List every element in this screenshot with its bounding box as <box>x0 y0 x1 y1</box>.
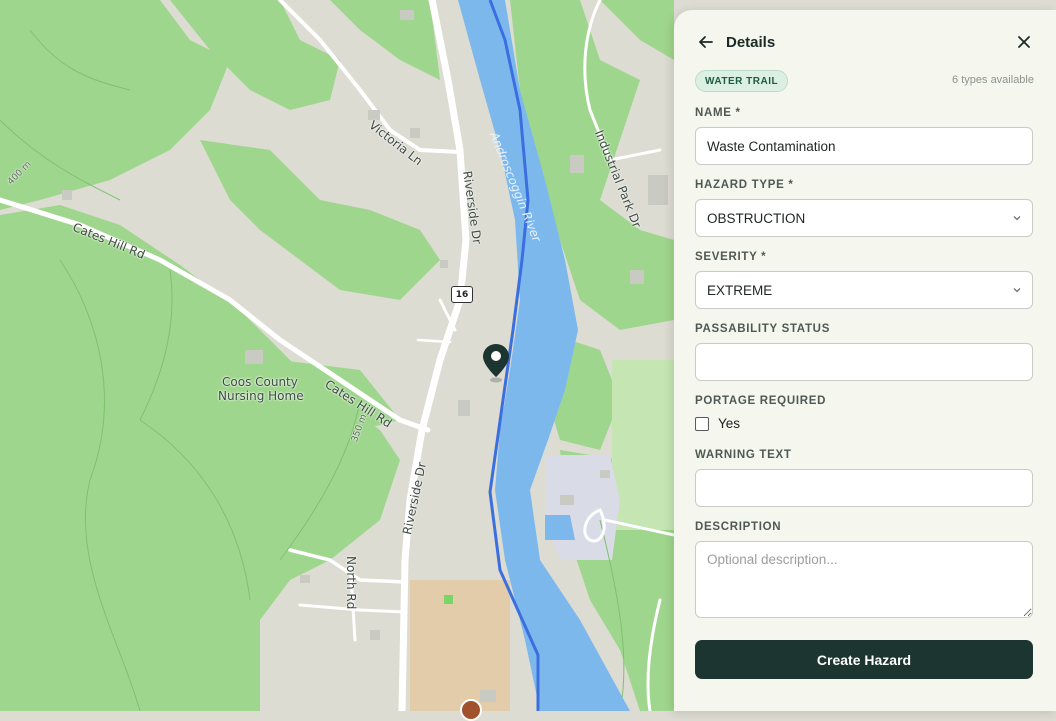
portage-option-label[interactable]: Yes <box>718 416 740 431</box>
name-label: NAME * <box>695 107 741 119</box>
severity-value: EXTREME <box>707 282 773 298</box>
chevron-down-icon <box>1013 216 1021 221</box>
panel-header: Details <box>696 32 1034 52</box>
map-label-coos-county-line2: Nursing Home <box>218 389 304 403</box>
back-button[interactable] <box>696 32 716 52</box>
warning-text-label: WARNING TEXT <box>695 449 792 461</box>
portage-checkbox[interactable] <box>695 416 709 431</box>
map-label-coos-county-line1: Coos County <box>222 375 298 389</box>
passability-input[interactable] <box>695 343 1033 381</box>
hazard-details-panel: Details WATER TRAIL 6 types available NA… <box>674 10 1056 711</box>
arrow-left-icon <box>699 36 713 48</box>
description-label: DESCRIPTION <box>695 521 782 533</box>
hazard-type-label: HAZARD TYPE * <box>695 179 794 191</box>
hazard-type-select[interactable]: OBSTRUCTION <box>695 199 1033 237</box>
category-badge: WATER TRAIL <box>695 70 789 92</box>
hazard-type-value: OBSTRUCTION <box>707 210 806 226</box>
location-pin-icon[interactable] <box>482 343 510 383</box>
severity-label: SEVERITY * <box>695 251 767 263</box>
route-16-shield: 16 <box>451 286 473 303</box>
campground-poi-icon[interactable] <box>460 699 482 721</box>
passability-label: PASSABILITY STATUS <box>695 323 831 335</box>
chevron-down-icon <box>1013 288 1021 293</box>
map-label-north-rd: North Rd <box>344 556 358 610</box>
types-available-text: 6 types available <box>952 74 1034 86</box>
severity-select[interactable]: EXTREME <box>695 271 1033 309</box>
panel-title: Details <box>726 33 776 51</box>
description-textarea[interactable] <box>695 541 1033 618</box>
name-input[interactable]: Waste Contamination <box>695 127 1033 165</box>
close-icon <box>1018 36 1030 48</box>
park-area <box>612 360 674 530</box>
close-button[interactable] <box>1014 32 1034 52</box>
warning-text-input[interactable] <box>695 469 1033 507</box>
portage-checkbox-row[interactable]: Yes <box>695 416 740 431</box>
portage-label: PORTAGE REQUIRED <box>695 395 827 407</box>
create-hazard-button[interactable]: Create Hazard <box>695 640 1033 679</box>
